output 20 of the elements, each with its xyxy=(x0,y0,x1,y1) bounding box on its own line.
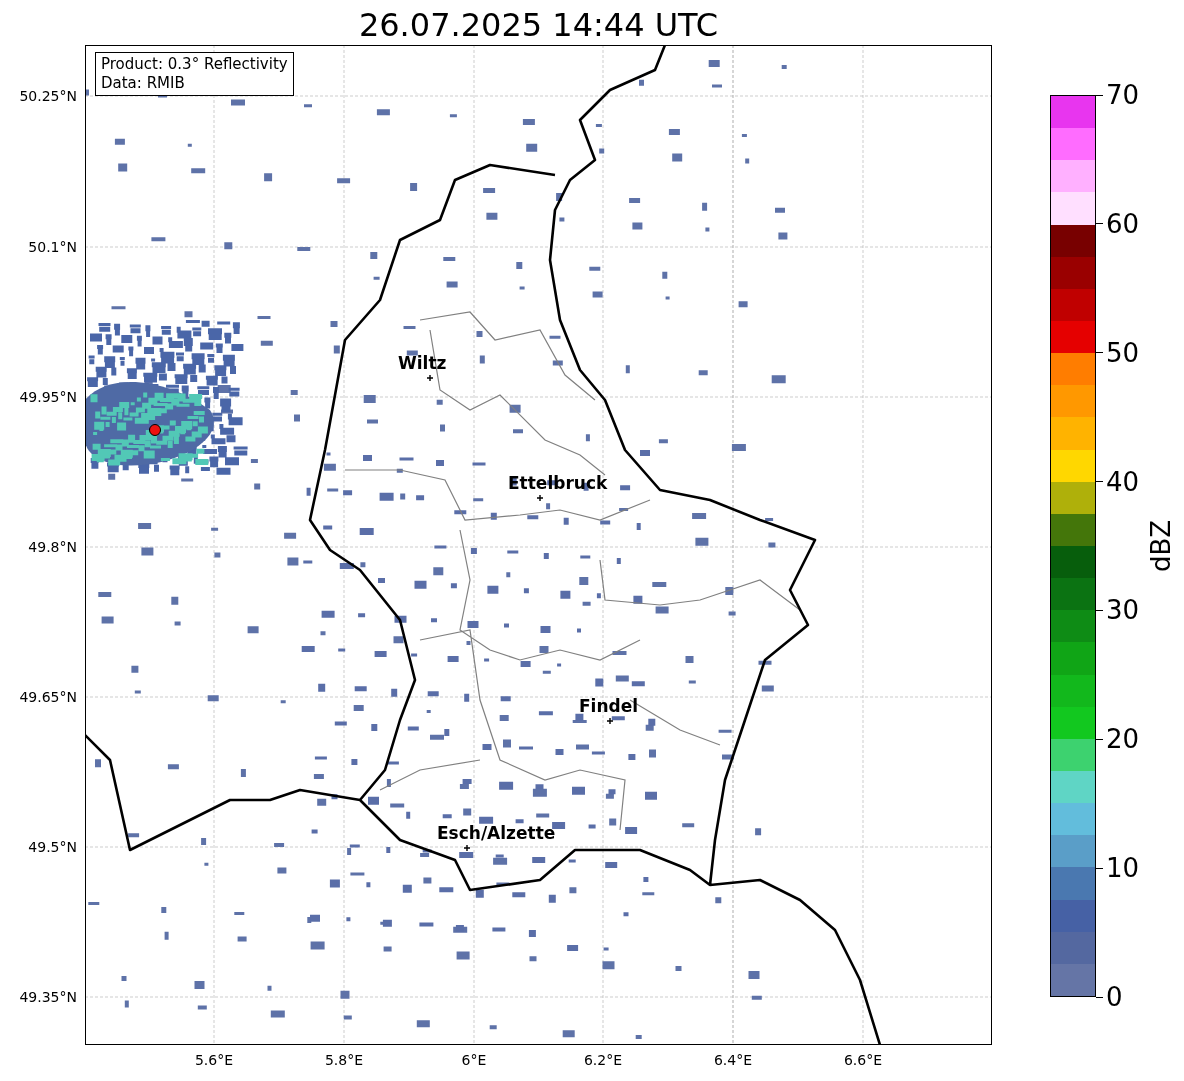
latitude-label: 49.8°N xyxy=(28,539,77,555)
longitude-label: 6.6°E xyxy=(843,1052,883,1068)
info-text: Product: 0.3° Reflectivity xyxy=(101,55,288,74)
colorbar-label: dBZ xyxy=(1146,519,1176,573)
latitude-label: 49.95°N xyxy=(19,389,77,405)
city-label: Esch/Alzette xyxy=(437,823,556,843)
longitude-label: 5.6°E xyxy=(194,1052,234,1068)
latitude-label: 50.25°N xyxy=(19,88,77,104)
city-label: Findel xyxy=(579,696,639,716)
latitude-label: 49.65°N xyxy=(19,689,77,705)
longitude-label: 6.2°E xyxy=(583,1052,623,1068)
latitude-label: 49.5°N xyxy=(28,839,77,855)
latitude-label: 50.1°N xyxy=(28,239,77,255)
longitude-label: 6.4°E xyxy=(713,1052,753,1068)
latitude-label: 49.35°N xyxy=(19,989,77,1005)
longitude-label: 6°E xyxy=(461,1052,487,1068)
city-label: Wiltz xyxy=(398,353,447,373)
longitude-label: 5.8°E xyxy=(324,1052,364,1068)
chart-title: 26.07.2025 14:44 UTC xyxy=(357,5,720,45)
info-text: Data: RMIB xyxy=(101,74,186,93)
